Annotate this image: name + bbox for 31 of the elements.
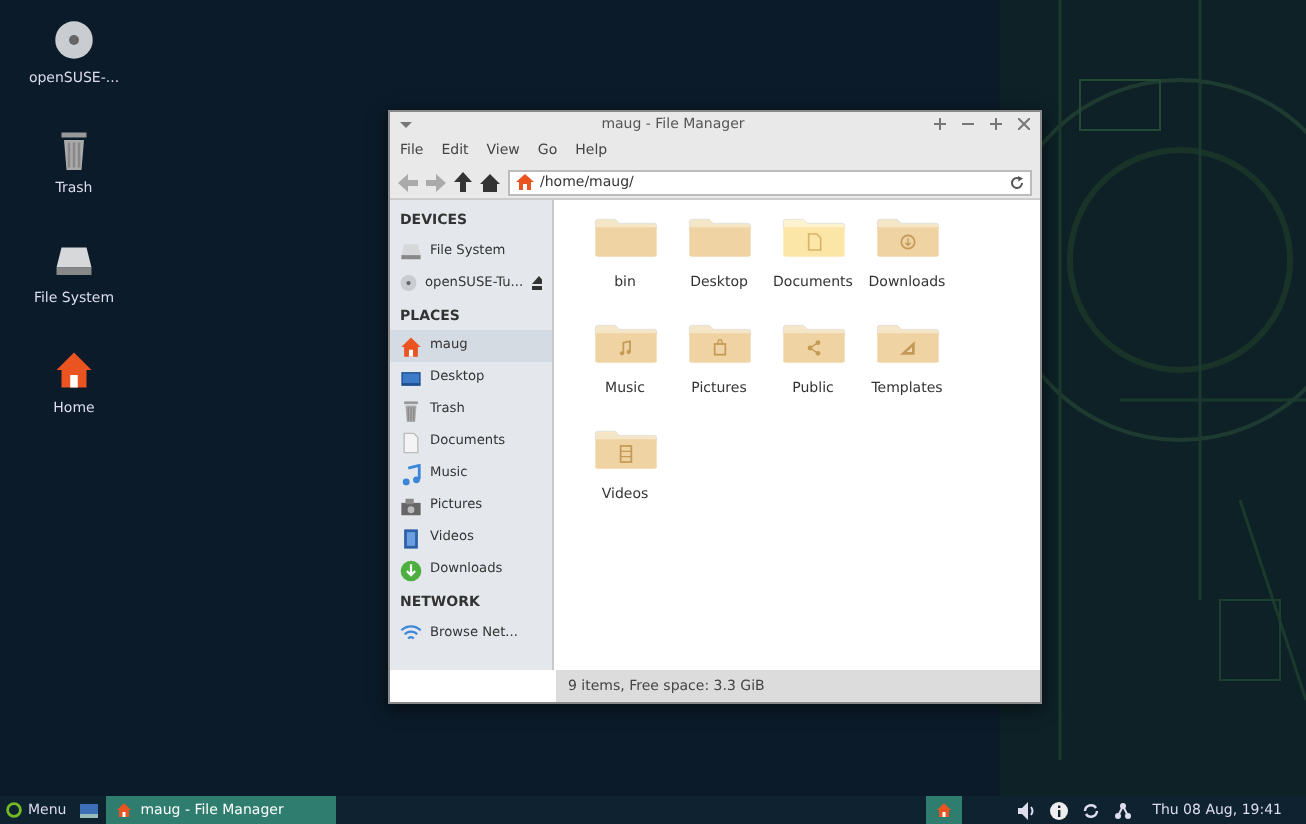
reload-icon[interactable]: [1010, 175, 1024, 189]
disc-icon: [400, 272, 417, 294]
eject-icon[interactable]: [531, 276, 542, 290]
download-icon: [400, 559, 422, 581]
menu-icon[interactable]: [400, 118, 412, 130]
info-icon[interactable]: [1050, 801, 1069, 819]
close-icon[interactable]: [1018, 118, 1030, 130]
up-icon[interactable]: [454, 172, 472, 192]
monitor-icon: [400, 367, 422, 389]
network-icon[interactable]: [1114, 801, 1133, 819]
film-icon: [400, 527, 422, 549]
music-note-icon: [400, 463, 422, 485]
drive-icon: [400, 240, 422, 262]
camera-icon: [400, 495, 422, 517]
home-icon: [516, 174, 534, 190]
maximize-icon[interactable]: [990, 118, 1002, 130]
wifi-icon: [400, 622, 422, 644]
logo: [6, 802, 22, 818]
home-icon: [400, 335, 422, 357]
show-desktop-icon[interactable]: [80, 803, 99, 817]
trash-icon: [400, 399, 422, 421]
home-icon: [54, 350, 94, 390]
minimize-icon[interactable]: [962, 118, 974, 130]
home-icon[interactable]: [480, 173, 500, 191]
workspace-pager[interactable]: [926, 796, 963, 824]
document-icon: [400, 431, 422, 453]
home-icon: [936, 802, 953, 818]
disc-icon: [54, 20, 94, 60]
refresh-icon[interactable]: [1082, 801, 1101, 819]
home-icon: [116, 802, 133, 818]
volume-icon[interactable]: [1018, 801, 1037, 819]
